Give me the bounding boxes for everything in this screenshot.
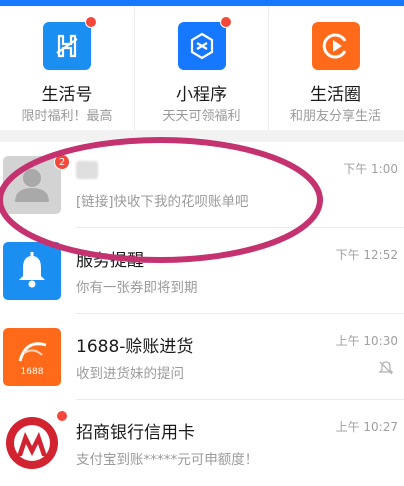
1688-logo-icon: 1688 xyxy=(3,328,61,386)
life-account-icon xyxy=(43,16,97,70)
conversation-name: 1688-赊账进货 xyxy=(76,337,194,357)
message-row[interactable]: 1688 1688-赊账进货 收到进货妹的提问 上午 10:30 xyxy=(0,314,404,400)
shortcut-life-account[interactable]: 生活号 限时福利！最高 xyxy=(0,6,134,130)
message-preview: 你有一张券即将到期 xyxy=(76,280,198,296)
new-dot xyxy=(56,410,68,422)
message-time: 下午 12:52 xyxy=(335,248,398,262)
bell-icon xyxy=(3,242,61,300)
shortcut-mini-program[interactable]: 小程序 天天可领福利 xyxy=(134,6,268,130)
shortcut-subtitle: 限时福利！最高 xyxy=(21,109,113,124)
message-time: 下午 1:00 xyxy=(343,162,398,176)
message-preview: 收到进货妹的提问 xyxy=(76,366,184,382)
mute-icon xyxy=(378,361,394,375)
shortcut-life-circle[interactable]: 生活圈 和朋友分享生活 xyxy=(268,6,402,130)
message-row[interactable]: 招商银行信用卡 支付宝到账*****元可申额度！ 上午 10:27 xyxy=(0,400,404,486)
shortcut-label: 生活圈 xyxy=(310,85,361,105)
conversation-name: 招商银行信用卡 xyxy=(76,423,195,443)
conversation-name: 服务提醒 xyxy=(76,251,144,271)
new-dot xyxy=(85,16,97,28)
blurred-name xyxy=(76,161,98,179)
shortcut-subtitle: 和朋友分享生活 xyxy=(289,109,381,124)
cmb-logo-icon xyxy=(3,414,61,472)
shortcut-subtitle: 天天可领福利 xyxy=(162,109,241,124)
message-preview: 支付宝到账*****元可申额度！ xyxy=(76,452,259,468)
message-preview: [链接]快收下我的花呗账单吧 xyxy=(76,194,249,210)
logo-text: 1688 xyxy=(20,367,44,377)
life-circle-icon xyxy=(311,22,360,70)
section-divider xyxy=(0,130,404,142)
message-time: 上午 10:27 xyxy=(335,420,398,434)
mini-program-icon xyxy=(177,16,232,70)
shortcut-bar: 生活号 限时福利！最高 小程序 天天可领福利 生活圈 和朋友分享生活 xyxy=(0,6,404,130)
message-time: 上午 10:30 xyxy=(335,334,398,348)
unread-count-badge: 2 xyxy=(54,154,70,170)
message-row[interactable]: 2 [链接]快收下我的花呗账单吧 下午 1:00 xyxy=(0,142,404,228)
conversation-name xyxy=(76,160,98,180)
default-avatar-icon xyxy=(3,156,61,214)
shortcut-label: 生活号 xyxy=(41,85,93,105)
message-row[interactable]: 服务提醒 你有一张券即将到期 下午 12:52 xyxy=(0,228,404,314)
new-dot xyxy=(219,16,232,28)
shortcut-label: 小程序 xyxy=(176,85,227,105)
